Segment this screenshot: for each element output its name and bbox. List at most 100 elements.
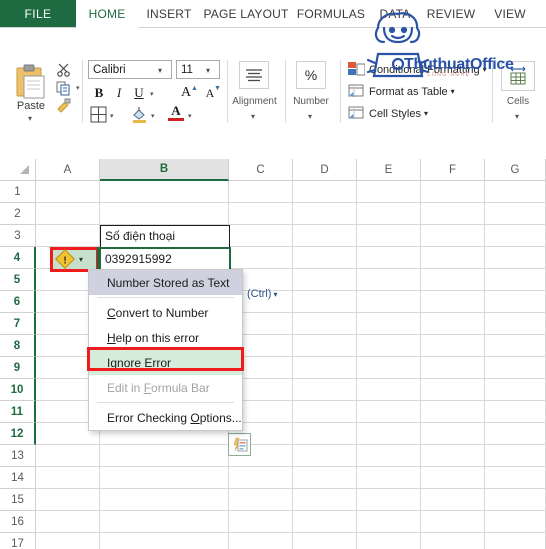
tab-page-layout[interactable]: PAGE LAYOUT — [200, 0, 292, 28]
row-header-9[interactable]: 9 — [0, 357, 36, 379]
cell[interactable] — [100, 445, 229, 467]
cell[interactable] — [357, 533, 421, 549]
cell[interactable] — [485, 511, 546, 533]
column-header-c[interactable]: C — [229, 159, 293, 181]
cell[interactable] — [229, 467, 293, 489]
tab-file[interactable]: FILE — [0, 0, 76, 28]
cell[interactable] — [421, 489, 485, 511]
cell[interactable] — [357, 467, 421, 489]
cell[interactable] — [421, 181, 485, 203]
error-smart-tag[interactable]: ! — [55, 249, 75, 269]
bold-button[interactable]: B — [90, 84, 108, 102]
cell[interactable] — [485, 335, 546, 357]
cell[interactable] — [357, 335, 421, 357]
borders-dropdown-caret[interactable]: ▾ — [110, 112, 114, 120]
fill-color-dropdown-caret[interactable]: ▾ — [151, 112, 155, 120]
format-painter-icon[interactable] — [56, 98, 72, 114]
row-header-12[interactable]: 12 — [0, 423, 36, 445]
copy-icon[interactable] — [56, 80, 72, 96]
column-header-f[interactable]: F — [421, 159, 485, 181]
cell[interactable] — [421, 225, 485, 247]
column-header-d[interactable]: D — [293, 159, 357, 181]
error-smart-tag-caret[interactable]: ▾ — [79, 255, 83, 264]
tab-insert[interactable]: INSERT — [138, 0, 200, 28]
row-header-1[interactable]: 1 — [0, 181, 36, 203]
cell[interactable] — [229, 533, 293, 549]
cell[interactable] — [421, 269, 485, 291]
cell[interactable] — [421, 313, 485, 335]
cell[interactable] — [421, 401, 485, 423]
menu-item-ignore-error[interactable]: Ignore Error — [89, 350, 242, 375]
cell[interactable] — [357, 445, 421, 467]
number-format-button[interactable]: % — [296, 61, 326, 89]
cell[interactable] — [293, 313, 357, 335]
cell[interactable] — [485, 247, 546, 269]
cell[interactable] — [229, 489, 293, 511]
cell[interactable] — [229, 203, 293, 225]
cell[interactable] — [293, 533, 357, 549]
paste-options-ctrl-caret[interactable]: ▾ — [273, 290, 277, 299]
cell[interactable] — [421, 335, 485, 357]
cell[interactable] — [421, 379, 485, 401]
row-header-10[interactable]: 10 — [0, 379, 36, 401]
cell[interactable] — [485, 489, 546, 511]
row-header-14[interactable]: 14 — [0, 467, 36, 489]
cell[interactable] — [485, 445, 546, 467]
cell[interactable] — [421, 445, 485, 467]
tab-view[interactable]: VIEW — [482, 0, 538, 28]
cell[interactable] — [485, 423, 546, 445]
row-header-7[interactable]: 7 — [0, 313, 36, 335]
paste-button-label[interactable]: Paste — [6, 100, 56, 112]
cell[interactable] — [293, 269, 357, 291]
cell[interactable] — [100, 467, 229, 489]
cell[interactable] — [36, 511, 100, 533]
cell[interactable] — [421, 467, 485, 489]
cell[interactable] — [100, 511, 229, 533]
cell[interactable] — [293, 489, 357, 511]
paste-options-button[interactable] — [228, 433, 251, 456]
cell[interactable] — [293, 357, 357, 379]
cells-dropdown-caret[interactable]: ▾ — [515, 112, 519, 121]
underline-button[interactable]: U — [130, 84, 148, 102]
cell[interactable] — [485, 181, 546, 203]
cell[interactable] — [421, 423, 485, 445]
cell[interactable] — [36, 467, 100, 489]
underline-dropdown-caret[interactable]: ▾ — [150, 90, 154, 98]
cell[interactable] — [357, 313, 421, 335]
cell[interactable] — [36, 445, 100, 467]
cell[interactable] — [421, 533, 485, 549]
cell[interactable] — [357, 511, 421, 533]
copy-dropdown-caret[interactable]: ▾ — [76, 84, 80, 92]
menu-item-error-checking-options[interactable]: Error Checking Options... — [89, 405, 242, 430]
cell[interactable] — [229, 511, 293, 533]
cell[interactable] — [357, 423, 421, 445]
cell[interactable] — [485, 269, 546, 291]
cell[interactable] — [36, 181, 100, 203]
cell[interactable] — [229, 247, 293, 269]
cell[interactable] — [293, 423, 357, 445]
cell[interactable] — [293, 247, 357, 269]
font-name-dropdown-caret[interactable]: ▾ — [158, 66, 162, 75]
row-header-6[interactable]: 6 — [0, 291, 36, 313]
menu-item-help-on-this-error[interactable]: Help on this error — [89, 325, 242, 350]
cell[interactable] — [100, 533, 229, 549]
cell[interactable] — [357, 379, 421, 401]
menu-item-convert-to-number[interactable]: Convert to Number — [89, 300, 242, 325]
row-header-15[interactable]: 15 — [0, 489, 36, 511]
cell[interactable] — [485, 203, 546, 225]
paste-icon[interactable] — [14, 64, 48, 100]
cell[interactable] — [357, 489, 421, 511]
cell[interactable] — [36, 203, 100, 225]
cell[interactable] — [36, 533, 100, 549]
cell[interactable] — [100, 203, 229, 225]
row-header-16[interactable]: 16 — [0, 511, 36, 533]
column-header-b[interactable]: B — [100, 159, 229, 181]
cell[interactable] — [229, 225, 293, 247]
cell[interactable] — [293, 203, 357, 225]
row-header-4[interactable]: 4 — [0, 247, 36, 269]
cell[interactable] — [357, 401, 421, 423]
cell[interactable] — [293, 181, 357, 203]
cell[interactable] — [357, 269, 421, 291]
cell[interactable] — [293, 467, 357, 489]
paste-options-ctrl-tag[interactable]: (Ctrl) ▾ — [247, 288, 277, 300]
